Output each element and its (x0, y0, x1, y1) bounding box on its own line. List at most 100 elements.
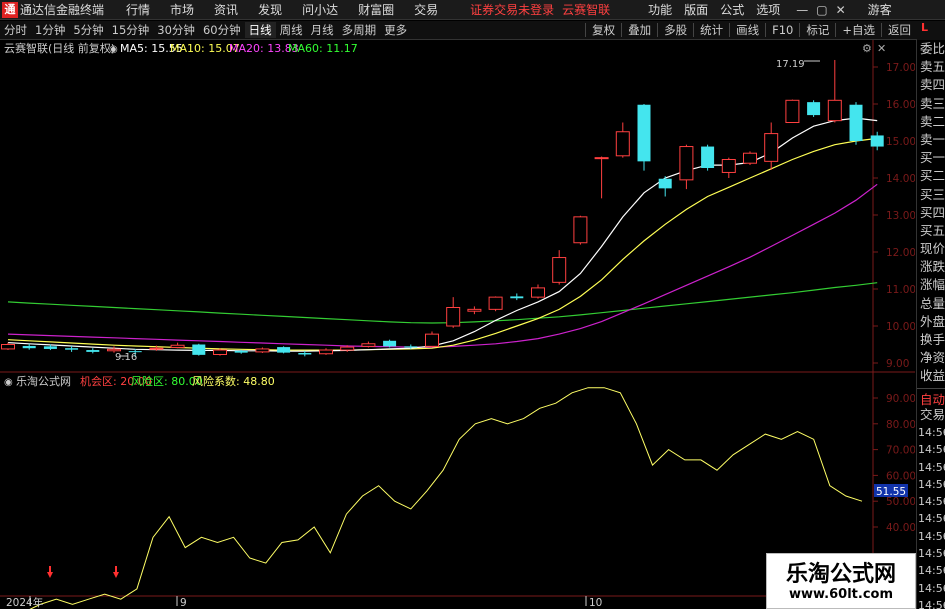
menu-trade[interactable]: 交易 (414, 1, 438, 18)
candle-body-up (615, 131, 630, 157)
menu-market[interactable]: 市场 (170, 1, 194, 18)
period-tab-30min[interactable]: 30分钟 (153, 22, 199, 38)
guest-login[interactable]: 游客 (868, 1, 892, 18)
minimize-icon[interactable]: — (796, 3, 808, 17)
quote-field-turnover[interactable]: 换手 (917, 331, 945, 349)
period-tab-15min[interactable]: 15分钟 (108, 22, 154, 38)
candle-body-down (234, 350, 248, 353)
quote-field-ask4[interactable]: 卖四 (917, 76, 945, 94)
add-watchlist-button[interactable]: +自选 (838, 22, 879, 38)
f10-button[interactable]: F10 (768, 23, 797, 37)
risk-coefficient-label: 风险系数: 48.80 (192, 374, 275, 388)
chart-close-icon[interactable]: ✕ (877, 42, 886, 55)
candle-body-up (446, 307, 461, 327)
menu-options[interactable]: 选项 (756, 1, 780, 18)
quote-field-ask5[interactable]: 卖五 (917, 58, 945, 76)
indicator-tick-label: 90.00 (886, 393, 915, 405)
candle-body-down (86, 350, 100, 352)
menu-formula[interactable]: 公式 (720, 1, 744, 18)
site-watermark: 乐淘公式网 www.60lt.com (766, 553, 916, 609)
menu-quotes[interactable]: 行情 (126, 1, 150, 18)
menu-discover[interactable]: 发现 (258, 1, 282, 18)
quote-field-bid-ratio[interactable]: 委比 (917, 40, 945, 58)
quote-field-ask1[interactable]: 卖一 (917, 131, 945, 149)
quote-field-change[interactable]: 涨跌 (917, 258, 945, 276)
watermark-url: www.60lt.com (788, 587, 894, 602)
quote-field-earnings[interactable]: 收益 (917, 367, 945, 385)
kline-chart-svg[interactable]: 云赛智联(日线 前复权) ◉ MA5: 15.55 MA10: 15.07 MA… (0, 40, 916, 609)
period-tab-more[interactable]: 更多 (380, 22, 411, 38)
quote-field-price[interactable]: 现价 (917, 240, 945, 258)
indicator-tick-label: 70.00 (886, 445, 915, 457)
quote-field-bid4[interactable]: 买四 (917, 204, 945, 222)
quote-field-bid3[interactable]: 买三 (917, 186, 945, 204)
quote-field-net-assets[interactable]: 净资 (917, 349, 945, 367)
maximize-icon[interactable]: ▢ (816, 3, 827, 17)
candle-body-up (1, 344, 15, 350)
toolbar-divider (729, 23, 731, 37)
candle-body-up (552, 257, 567, 283)
period-tab-5min[interactable]: 5分钟 (69, 22, 107, 38)
chart-area[interactable]: 云赛智联(日线 前复权) ◉ MA5: 15.55 MA10: 15.07 MA… (0, 40, 916, 609)
multi-stock-button[interactable]: 多股 (660, 22, 691, 38)
candle-body-down (849, 104, 863, 141)
tick-time: 14:56 (918, 547, 945, 561)
close-icon[interactable]: ✕ (836, 3, 846, 17)
toolbar-divider (693, 23, 695, 37)
period-tab-1min[interactable]: 1分钟 (31, 22, 69, 38)
price-tick-label: 11.00 (886, 284, 915, 296)
statistics-button[interactable]: 统计 (696, 22, 727, 38)
tick-time: 14:56 (918, 477, 945, 491)
menu-function[interactable]: 功能 (648, 1, 672, 18)
indicator-tick-label: 50.00 (886, 496, 915, 508)
adjust-button[interactable]: 复权 (588, 22, 619, 38)
chart-settings-icon[interactable]: ⚙ (862, 42, 872, 55)
back-button[interactable]: 返回 (884, 22, 915, 38)
trade-login-warning[interactable]: 证券交易未登录 (470, 1, 554, 18)
candle-body-up (340, 346, 355, 351)
candle-body-up (488, 296, 503, 310)
tick-time: 14:56 (918, 425, 945, 439)
price-tick-label: 9.00 (886, 358, 909, 370)
quote-field-change-pct[interactable]: 涨幅 (917, 276, 945, 294)
period-tab-60min[interactable]: 60分钟 (199, 22, 245, 38)
title-bar: 通 通达信金融终端 行情 市场 资讯 发现 问小达 财富圈 交易 证券交易未登录… (0, 0, 945, 20)
mark-button[interactable]: 标记 (802, 22, 833, 38)
quote-field-bid5[interactable]: 买五 (917, 222, 945, 240)
tick-time: 14:56 (918, 512, 945, 526)
period-tab-monthly[interactable]: 月线 (307, 22, 338, 38)
quote-field-bid2[interactable]: 买二 (917, 167, 945, 185)
price-tick-label: 12.00 (886, 247, 915, 259)
menu-ask-xiaoda[interactable]: 问小达 (302, 1, 338, 18)
price-tick-label: 14.00 (886, 173, 915, 185)
indicator-settings-icon[interactable]: ◉ (4, 377, 13, 388)
period-tab-timeshare[interactable]: 分时 (0, 22, 31, 38)
menu-news[interactable]: 资讯 (214, 1, 238, 18)
quote-field-ask2[interactable]: 卖二 (917, 113, 945, 131)
tick-time: 14:56 (918, 581, 945, 595)
period-tab-weekly[interactable]: 周线 (276, 22, 307, 38)
menu-wealth-circle[interactable]: 财富圈 (358, 1, 394, 18)
quote-field-bid1[interactable]: 买一 (917, 149, 945, 167)
candle-body-down (510, 296, 524, 299)
quote-field-ask3[interactable]: 卖三 (917, 95, 945, 113)
price-tick-label: 16.00 (886, 99, 915, 111)
settings-dot-icon[interactable]: ◉ (109, 44, 118, 55)
period-tab-multi[interactable]: 多周期 (338, 22, 381, 38)
period-tab-daily[interactable]: 日线 (244, 22, 276, 38)
tick-time: 14:56 (918, 564, 945, 578)
level-badge[interactable]: L (917, 21, 945, 40)
draw-line-button[interactable]: 画线 (732, 22, 763, 38)
quote-field-list: 委比 卖五 卖四 卖三 卖二 卖一 买一 买二 买三 买四 买五 现价 涨跌 涨… (917, 40, 945, 386)
quote-field-volume[interactable]: 总量 (917, 295, 945, 313)
quote-field-outer-volume[interactable]: 外盘 (917, 313, 945, 331)
candle-body-up (255, 348, 270, 353)
candle-body-up (721, 159, 736, 173)
menu-layout[interactable]: 版面 (684, 1, 708, 18)
trading-terminal-window: 通 通达信金融终端 行情 市场 资讯 发现 问小达 财富圈 交易 证券交易未登录… (0, 0, 945, 609)
overlay-button[interactable]: 叠加 (624, 22, 655, 38)
indicator-tick-label: 60.00 (886, 470, 915, 482)
trade-tab[interactable]: 交易 (917, 406, 945, 424)
indicator-tick-label: 80.00 (886, 419, 915, 431)
app-logo-icon: 通 (2, 1, 18, 18)
